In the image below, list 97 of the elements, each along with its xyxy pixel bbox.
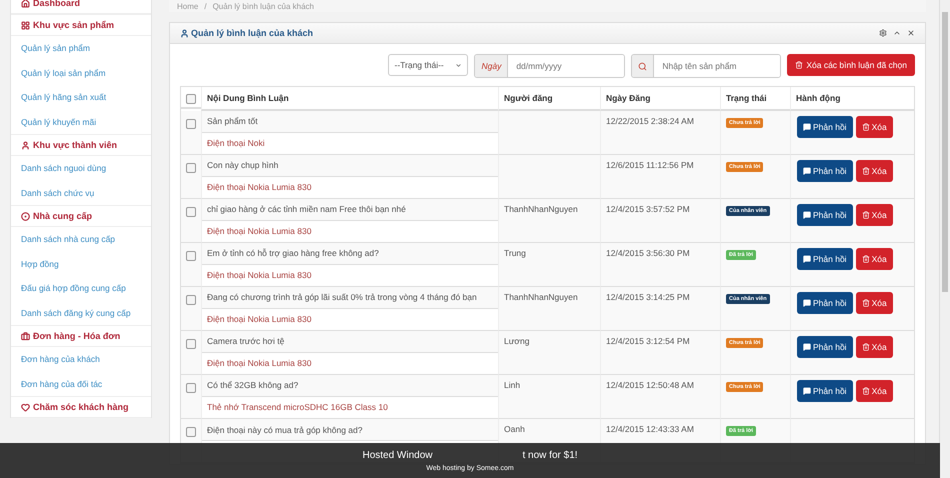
comment-text: Con này chụp hình: [202, 155, 498, 177]
grid-icon: [21, 20, 30, 30]
comment-text: chỉ giao hàng ở các tỉnh miền nam Free thôi bạn nhé: [202, 199, 498, 221]
reply-button[interactable]: Phản hồi: [797, 204, 853, 226]
user-icon: [180, 28, 189, 38]
speech-bubble-icon: [803, 343, 811, 351]
row-checkbox[interactable]: [186, 295, 196, 305]
delete-button[interactable]: Xóa: [856, 292, 893, 314]
search-icon: [638, 62, 648, 70]
trash-icon: [795, 61, 804, 69]
sidebar-link[interactable]: Hợp đồng: [11, 252, 151, 276]
row-checkbox[interactable]: [186, 251, 196, 261]
sidebar-link[interactable]: Đơn hàng của đối tác: [11, 372, 151, 396]
reply-button[interactable]: Phản hồi: [797, 116, 853, 138]
home-icon: [21, 0, 30, 8]
delete-button[interactable]: Xóa: [856, 160, 893, 182]
heart-icon: [21, 402, 30, 412]
delete-button[interactable]: Xóa: [856, 116, 893, 138]
delete-button[interactable]: Xóa: [856, 204, 893, 226]
trash-icon: [862, 387, 870, 395]
comment-text: Em ở tỉnh có hỗ trợ giao hàng free không ad?: [202, 243, 498, 265]
row-checkbox[interactable]: [186, 427, 196, 437]
comment-text: Có thể 32GB không ad?: [202, 375, 498, 397]
user-icon: [21, 140, 30, 150]
date-field[interactable]: Ngày dd/mm/yyyy: [474, 54, 626, 78]
trash-icon: [862, 299, 870, 307]
comment-text: Đang có chương trình trả góp lãi suất 0% trả trong vòng 4 tháng đó bạn: [202, 287, 498, 309]
sidebar-link[interactable]: Quản lý sản phẩm: [11, 36, 151, 60]
table-cell: 12/6/2015 11:12:56 PM: [600, 155, 720, 199]
breadcrumb-separator: /: [204, 2, 207, 10]
sidebar-link[interactable]: Danh sách nguoi dùng: [11, 156, 151, 180]
delete-selected-button[interactable]: Xóa các bình luận đã chọn: [787, 54, 915, 76]
row-checkbox[interactable]: [186, 163, 196, 173]
sidebar-section-header[interactable]: Nhà cung cấp: [11, 205, 151, 227]
table-cell: Linh: [498, 375, 600, 419]
sidebar-section-header[interactable]: Khu vực sản phẩm: [11, 14, 151, 36]
settings-icon[interactable]: [879, 29, 887, 37]
breadcrumb-link[interactable]: Quản lý bình luận của khách: [212, 2, 314, 10]
close-icon[interactable]: [907, 29, 915, 37]
sidebar-link[interactable]: Danh sách chức vụ: [11, 180, 151, 205]
select-all-checkbox[interactable]: [186, 94, 196, 104]
sidebar-section-header[interactable]: Đơn hàng - Hóa đơn: [11, 325, 151, 347]
table-cell: ThanhNhanNguyen: [498, 199, 600, 243]
sidebar-link[interactable]: Danh sách nhà cung cấp: [11, 227, 151, 252]
table-cell: ThanhNhanNguyen: [498, 287, 600, 331]
delete-button[interactable]: Xóa: [856, 336, 893, 358]
caret-icon: [455, 62, 462, 68]
sidebar-section-header[interactable]: Khu vực thành viên: [11, 134, 151, 156]
table-cell: 12/4/2015 3:14:25 PM: [600, 287, 720, 331]
status-select[interactable]: --Trạng thái--: [388, 54, 468, 76]
speech-bubble-icon: [803, 387, 811, 395]
trash-icon: [862, 255, 870, 263]
sidebar-link[interactable]: Đơn hàng của khách: [11, 347, 151, 372]
trash-icon: [862, 123, 870, 131]
sidebar-link[interactable]: Quản lý khuyến mãi: [11, 110, 151, 134]
delete-button[interactable]: Xóa: [856, 380, 893, 402]
reply-button[interactable]: Phản hồi: [797, 292, 853, 314]
banner-text: Hosted Window: [362, 450, 432, 460]
sidebar-link[interactable]: Danh sách đăng ký cung cấp: [11, 300, 151, 325]
speech-bubble-icon: [803, 123, 811, 131]
table-cell: 12/4/2015 3:56:30 PM: [600, 243, 720, 287]
table-cell: Lương: [498, 331, 600, 375]
comment-text: Điện thoại này có mua trả góp không ad?: [202, 419, 498, 441]
table-cell: Trung: [498, 243, 600, 287]
row-checkbox[interactable]: [186, 339, 196, 349]
trash-icon: [862, 211, 870, 219]
reply-button[interactable]: Phản hồi: [797, 380, 853, 402]
sidebar-link[interactable]: Đấu giá hợp đồng cung cấp: [11, 276, 151, 300]
collapse-icon[interactable]: [893, 29, 901, 37]
reply-button[interactable]: Phản hồi: [797, 336, 853, 358]
sidebar-link[interactable]: Quản lý hãng sản xuất: [11, 85, 151, 110]
comment-text: Sản phẩm tốt: [202, 111, 498, 133]
table-cell: 12/4/2015 3:57:52 PM: [600, 199, 720, 243]
row-checkbox[interactable]: [186, 383, 196, 393]
sidebar-link[interactable]: Quản lý loại sản phẩm: [11, 60, 151, 85]
speech-bubble-icon: [803, 255, 811, 263]
speech-bubble-icon: [803, 211, 811, 219]
comment-text: Camera trước hơi tệ: [202, 331, 498, 353]
speech-bubble-icon: [803, 167, 811, 175]
date-label: Ngày: [475, 55, 508, 77]
delete-button[interactable]: Xóa: [856, 248, 893, 270]
circle-icon: [21, 212, 30, 220]
row-checkbox[interactable]: [186, 207, 196, 217]
table-cell: 12/4/2015 12:50:48 AM: [600, 375, 720, 419]
table-cell: 12/22/2015 2:38:24 AM: [600, 111, 720, 155]
trash-icon: [862, 343, 870, 351]
search-field[interactable]: Nhập tên sản phẩm: [631, 54, 782, 78]
panel-title: Quản lý bình luận của khách: [180, 28, 314, 38]
reply-button[interactable]: Phản hồi: [797, 248, 853, 270]
banner-text: t now for $1!: [522, 450, 578, 460]
sidebar-section-header[interactable]: Chăm sóc khách hàng: [11, 396, 151, 418]
reply-button[interactable]: Phản hồi: [797, 160, 853, 182]
table-cell: 12/4/2015 3:12:54 PM: [600, 331, 720, 375]
trash-icon: [862, 167, 870, 175]
row-checkbox[interactable]: [186, 119, 196, 129]
speech-bubble-icon: [803, 299, 811, 307]
briefcase-icon: [21, 332, 30, 340]
